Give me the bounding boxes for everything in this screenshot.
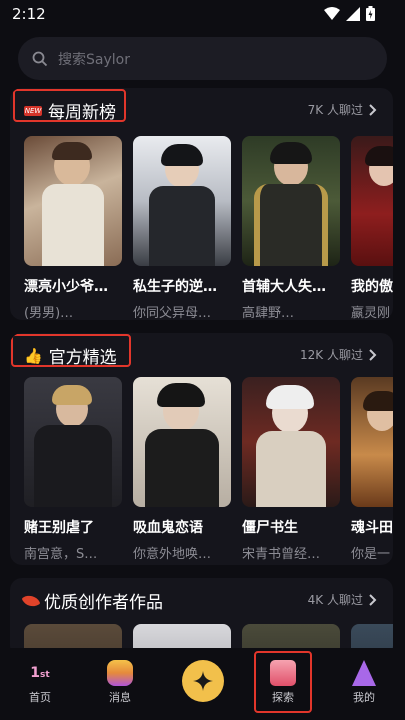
card-subtitle: 宋青书曾经… <box>242 547 321 562</box>
highlight-box <box>11 334 131 367</box>
card-title: 私生子的逆… <box>133 279 217 295</box>
character-image <box>133 136 231 266</box>
nav-home[interactable]: 1st 首页 <box>10 660 70 705</box>
chevron-right-icon <box>369 348 377 361</box>
character-image <box>242 377 340 507</box>
character-image <box>24 136 122 266</box>
character-card[interactable]: 魂斗田 你是一 <box>351 377 393 562</box>
message-stack-icon <box>107 660 133 686</box>
character-image <box>351 136 393 266</box>
highlight-box <box>254 651 312 713</box>
section-header[interactable]: 优质创作者作品 4K 人聊过 <box>10 578 393 620</box>
status-time: 2:12 <box>12 5 46 23</box>
character-image <box>242 136 340 266</box>
card-title: 赌王别虐了 <box>24 520 94 536</box>
sparkle-icon <box>193 671 213 691</box>
chevron-right-icon <box>369 103 377 116</box>
chili-icon <box>21 590 41 611</box>
section-creators: 优质创作者作品 4K 人聊过 <box>10 578 393 658</box>
character-card[interactable]: 私生子的逆… 你同父异母… <box>133 136 231 320</box>
character-card[interactable]: 首辅大人失… 高肆野… <box>242 136 340 320</box>
create-button[interactable] <box>182 660 224 702</box>
section-title-text: 优质创作者作品 <box>44 593 163 613</box>
section-count-text: 4K 人聊过 <box>307 593 363 607</box>
character-card[interactable]: 僵尸书生 宋青书曾经… <box>242 377 340 562</box>
wizard-hat-icon <box>352 660 376 686</box>
card-title: 魂斗田 <box>351 520 393 536</box>
search-icon <box>32 51 48 66</box>
section-weekly: NEW 每周新榜 7K 人聊过 漂亮小少爷… (男男)… 私生子的逆… 你同父异… <box>10 88 393 320</box>
card-subtitle: 高肆野… <box>242 306 295 320</box>
card-subtitle: 你同父异母… <box>133 306 212 320</box>
card-subtitle: 你意外地唤… <box>133 547 212 562</box>
nav-messages[interactable]: 消息 <box>90 660 150 705</box>
character-card[interactable]: 赌王别虐了 南宫意，S… <box>24 377 122 562</box>
character-card[interactable]: 我的傲 嬴灵刚 <box>351 136 393 320</box>
nav-label: 首页 <box>29 691 51 704</box>
section-title: 优质创作者作品 <box>21 588 163 613</box>
highlight-box <box>13 89 126 122</box>
card-subtitle: (男男)… <box>24 306 74 320</box>
nav-label: 我的 <box>353 691 375 704</box>
card-subtitle: 你是一 <box>351 547 391 562</box>
card-subtitle: 嬴灵刚 <box>351 306 391 320</box>
section-count[interactable]: 12K 人聊过 <box>300 346 377 363</box>
status-icons <box>324 6 375 21</box>
section-count[interactable]: 7K 人聊过 <box>308 101 377 118</box>
card-row: 赌王别虐了 南宫意，S… 吸血鬼恋语 你意外地唤… 僵尸书生 宋青书曾经… 魂斗… <box>24 377 393 562</box>
section-count-text: 12K 人聊过 <box>300 348 363 362</box>
character-image <box>133 377 231 507</box>
section-count[interactable]: 4K 人聊过 <box>308 591 377 608</box>
first-place-icon: 1st <box>30 665 50 681</box>
nav-mine[interactable]: 我的 <box>334 660 394 705</box>
card-row: 漂亮小少爷… (男男)… 私生子的逆… 你同父异母… 首辅大人失… 高肆野… 我… <box>24 136 393 320</box>
card-title: 首辅大人失… <box>242 279 326 295</box>
card-subtitle: 南宫意，S… <box>24 547 98 562</box>
status-bar: 2:12 <box>0 0 405 28</box>
character-card[interactable]: 吸血鬼恋语 你意外地唤… <box>133 377 231 562</box>
card-title: 漂亮小少爷… <box>24 279 108 295</box>
nav-label: 消息 <box>109 691 131 704</box>
wifi-icon <box>324 6 340 20</box>
battery-icon <box>366 6 375 21</box>
character-card[interactable]: 漂亮小少爷… (男男)… <box>24 136 122 320</box>
section-count-text: 7K 人聊过 <box>307 103 363 117</box>
card-title: 我的傲 <box>351 279 393 295</box>
chevron-right-icon <box>369 593 377 606</box>
character-image <box>351 377 393 507</box>
search-placeholder: 搜索Saylor <box>58 51 130 68</box>
card-title: 僵尸书生 <box>242 520 298 536</box>
section-official: 👍 官方精选 12K 人聊过 赌王别虐了 南宫意，S… 吸血鬼恋语 你意外地唤…… <box>10 333 393 565</box>
card-title: 吸血鬼恋语 <box>133 520 203 536</box>
character-image <box>24 377 122 507</box>
signal-icon <box>346 6 360 21</box>
search-bar[interactable]: 搜索Saylor <box>18 37 387 80</box>
